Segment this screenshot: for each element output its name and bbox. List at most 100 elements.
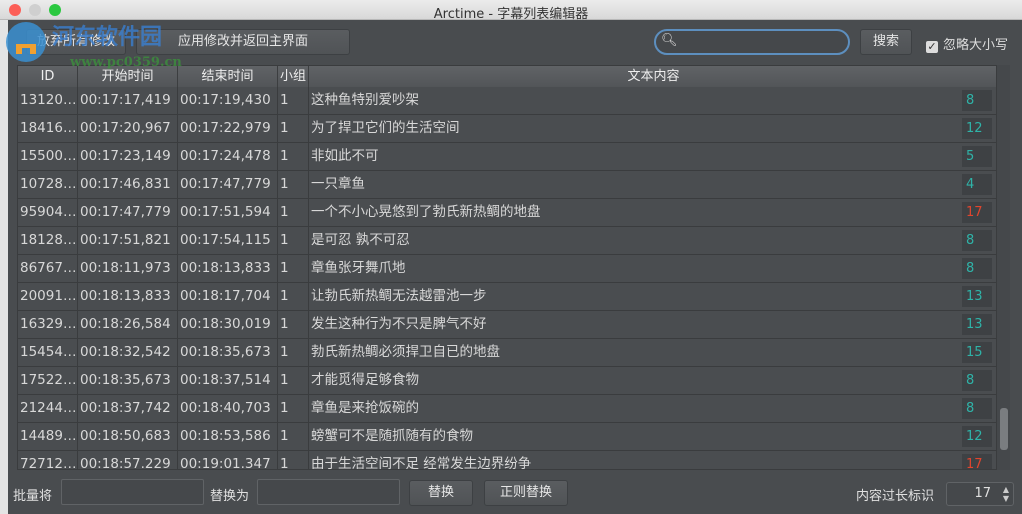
- scrollbar-thumb[interactable]: [1000, 408, 1008, 450]
- cell-group[interactable]: 1: [278, 395, 309, 422]
- discard-changes-button[interactable]: 放弃所有修改: [26, 29, 126, 55]
- table-row[interactable]: 21244… 00:18:37,742 00:18:40,703 1 章鱼是来抢饭碗的 8: [18, 395, 996, 423]
- cell-end[interactable]: 00:19:01.347: [178, 451, 278, 469]
- table-row[interactable]: 16329… 00:18:26,584 00:18:30,019 1 发生这种行为不只是…: [18, 311, 996, 339]
- cell-group[interactable]: 1: [278, 367, 309, 394]
- cell-text[interactable]: 这种鱼特别爱吵架: [309, 87, 996, 114]
- table-row[interactable]: 17522… 00:18:35,673 00:18:37,514 1 才能觅得足够食物 8: [18, 367, 996, 395]
- search-button[interactable]: 搜索: [860, 29, 912, 55]
- cell-text[interactable]: 发生这种行为不只是脾气不好: [309, 311, 996, 338]
- table-row[interactable]: 10728… 00:17:46,831 00:17:47,779 1 一只章鱼 4: [18, 171, 996, 199]
- cell-text[interactable]: 非如此不可: [309, 143, 996, 170]
- search-input[interactable]: 🔍︎: [654, 29, 850, 55]
- cell-start[interactable]: 00:18:37,742: [78, 395, 178, 422]
- apply-and-return-button[interactable]: 应用修改并返回主界面: [136, 29, 350, 55]
- cell-end[interactable]: 00:18:35,673: [178, 339, 278, 366]
- cell-end[interactable]: 00:18:17,704: [178, 283, 278, 310]
- cell-id[interactable]: 14489…: [18, 423, 78, 450]
- cell-id[interactable]: 86767…: [18, 255, 78, 282]
- cell-text[interactable]: 章鱼张牙舞爪地: [309, 255, 996, 282]
- stepper-arrows-icon[interactable]: ▲ ▼: [1003, 485, 1009, 503]
- cell-group[interactable]: 1: [278, 171, 309, 198]
- cell-text[interactable]: 才能觅得足够食物: [309, 367, 996, 394]
- cell-id[interactable]: 18416…: [18, 115, 78, 142]
- table-row[interactable]: 15500… 00:17:23,149 00:17:24,478 1 非如此不可 5: [18, 143, 996, 171]
- header-group[interactable]: 小组: [278, 66, 309, 87]
- cell-text[interactable]: 一只章鱼: [309, 171, 996, 198]
- cell-end[interactable]: 00:17:54,115: [178, 227, 278, 254]
- cell-text[interactable]: 章鱼是来抢饭碗的: [309, 395, 996, 422]
- cell-text[interactable]: 勃氏新热鲷必须捍卫自已的地盘: [309, 339, 996, 366]
- cell-start[interactable]: 00:18:57.229: [78, 451, 178, 469]
- cell-group[interactable]: 1: [278, 423, 309, 450]
- cell-id[interactable]: 95904…: [18, 199, 78, 226]
- cell-end[interactable]: 00:17:22,979: [178, 115, 278, 142]
- table-row[interactable]: 86767… 00:18:11,973 00:18:13,833 1 章鱼张牙舞爪地 8: [18, 255, 996, 283]
- find-input[interactable]: [61, 479, 204, 505]
- cell-id[interactable]: 17522…: [18, 367, 78, 394]
- cell-start[interactable]: 00:17:46,831: [78, 171, 178, 198]
- cell-text[interactable]: 螃蟹可不是随抓随有的食物: [309, 423, 996, 450]
- cell-id[interactable]: 72712…: [18, 451, 78, 469]
- cell-id[interactable]: 16329…: [18, 311, 78, 338]
- cell-id[interactable]: 18128…: [18, 227, 78, 254]
- cell-text[interactable]: 让勃氏新热鲷无法越雷池一步: [309, 283, 996, 310]
- cell-id[interactable]: 10728…: [18, 171, 78, 198]
- cell-start[interactable]: 00:17:51,821: [78, 227, 178, 254]
- table-row[interactable]: 95904… 00:17:47,779 00:17:51,594 1 一个不小心晃悠到了…: [18, 199, 996, 227]
- cell-start[interactable]: 00:17:20,967: [78, 115, 178, 142]
- cell-start[interactable]: 00:18:13,833: [78, 283, 178, 310]
- cell-end[interactable]: 00:17:24,478: [178, 143, 278, 170]
- table-scrollbar[interactable]: [997, 65, 1010, 470]
- cell-id[interactable]: 21244…: [18, 395, 78, 422]
- cell-group[interactable]: 1: [278, 311, 309, 338]
- cell-start[interactable]: 00:17:17,419: [78, 87, 178, 114]
- cell-text[interactable]: 是可忍 孰不可忍: [309, 227, 996, 254]
- cell-start[interactable]: 00:17:23,149: [78, 143, 178, 170]
- cell-text[interactable]: 为了捍卫它们的生活空间: [309, 115, 996, 142]
- cell-group[interactable]: 1: [278, 283, 309, 310]
- overlength-stepper[interactable]: 17 ▲ ▼: [946, 482, 1014, 506]
- cell-group[interactable]: 1: [278, 87, 309, 114]
- header-end[interactable]: 结束时间: [178, 66, 278, 87]
- header-id[interactable]: ID: [18, 66, 78, 87]
- cell-start[interactable]: 00:18:32,542: [78, 339, 178, 366]
- table-row[interactable]: 13120… 00:17:17,419 00:17:19,430 1 这种鱼特别爱吵架 8: [18, 87, 996, 115]
- cell-end[interactable]: 00:18:30,019: [178, 311, 278, 338]
- cell-id[interactable]: 20091…: [18, 283, 78, 310]
- cell-group[interactable]: 1: [278, 115, 309, 142]
- cell-group[interactable]: 1: [278, 255, 309, 282]
- cell-end[interactable]: 00:18:53,586: [178, 423, 278, 450]
- table-row[interactable]: 18416… 00:17:20,967 00:17:22,979 1 为了捍卫它们的生活…: [18, 115, 996, 143]
- header-text[interactable]: 文本内容: [309, 66, 996, 87]
- cell-end[interactable]: 00:17:19,430: [178, 87, 278, 114]
- cell-end[interactable]: 00:17:47,779: [178, 171, 278, 198]
- cell-start[interactable]: 00:17:47,779: [78, 199, 178, 226]
- cell-end[interactable]: 00:17:51,594: [178, 199, 278, 226]
- header-start[interactable]: 开始时间: [78, 66, 178, 87]
- regex-replace-button[interactable]: 正则替换: [484, 480, 568, 506]
- cell-id[interactable]: 15454…: [18, 339, 78, 366]
- cell-text[interactable]: 由于生活空间不足 经常发生边界纷争: [309, 451, 996, 469]
- cell-group[interactable]: 1: [278, 227, 309, 254]
- replace-button[interactable]: 替换: [409, 480, 473, 506]
- cell-group[interactable]: 1: [278, 199, 309, 226]
- cell-start[interactable]: 00:18:35,673: [78, 367, 178, 394]
- table-row[interactable]: 20091… 00:18:13,833 00:18:17,704 1 让勃氏新热鲷无法越…: [18, 283, 996, 311]
- table-row[interactable]: 15454… 00:18:32,542 00:18:35,673 1 勃氏新热鲷必须捍卫…: [18, 339, 996, 367]
- cell-id[interactable]: 13120…: [18, 87, 78, 114]
- cell-id[interactable]: 15500…: [18, 143, 78, 170]
- cell-start[interactable]: 00:18:11,973: [78, 255, 178, 282]
- cell-start[interactable]: 00:18:50,683: [78, 423, 178, 450]
- cell-group[interactable]: 1: [278, 451, 309, 469]
- cell-end[interactable]: 00:18:40,703: [178, 395, 278, 422]
- table-row[interactable]: 14489… 00:18:50,683 00:18:53,586 1 螃蟹可不是随抓随有…: [18, 423, 996, 451]
- cell-group[interactable]: 1: [278, 143, 309, 170]
- cell-end[interactable]: 00:18:13,833: [178, 255, 278, 282]
- table-row[interactable]: 72712… 00:18:57.229 00:19:01.347 1 由于生活空间不足 …: [18, 451, 996, 469]
- table-row[interactable]: 18128… 00:17:51,821 00:17:54,115 1 是可忍 孰不可忍 8: [18, 227, 996, 255]
- cell-end[interactable]: 00:18:37,514: [178, 367, 278, 394]
- cell-group[interactable]: 1: [278, 339, 309, 366]
- cell-text[interactable]: 一个不小心晃悠到了勃氏新热鲷的地盘: [309, 199, 996, 226]
- replace-input[interactable]: [257, 479, 400, 505]
